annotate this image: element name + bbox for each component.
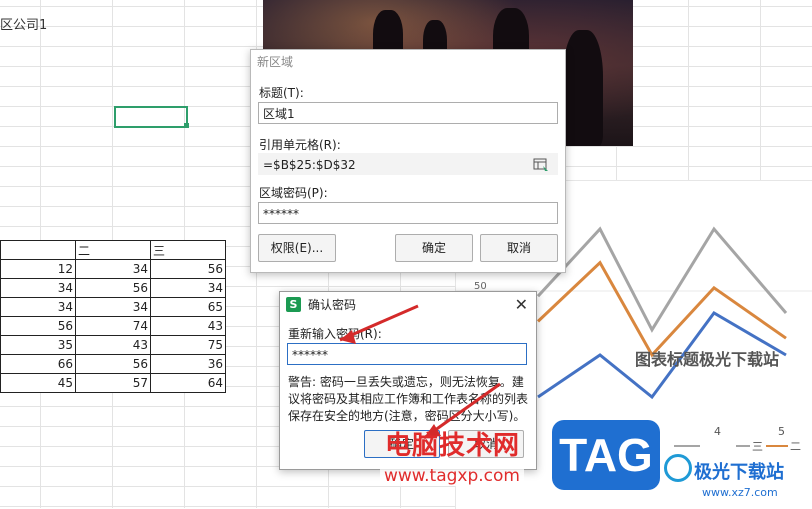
fill-handle[interactable]	[184, 123, 189, 128]
ref-cells-input[interactable]: =$B$25:$D$32	[258, 153, 558, 175]
dialog-title: 确认密码	[308, 298, 357, 312]
series-line-0	[536, 260, 787, 358]
close-icon[interactable]: ✕	[515, 292, 528, 318]
region-password-input[interactable]: ******	[258, 202, 558, 224]
table-cell[interactable]: 35	[0, 335, 76, 355]
table-cell[interactable]: 57	[75, 373, 151, 393]
table-row: 35 43 75	[0, 335, 226, 355]
ok-button[interactable]: 确定	[395, 234, 473, 262]
table-cell[interactable]: 36	[150, 354, 226, 374]
chart-legend: 4 5 三 二	[674, 425, 801, 452]
data-table: 二三 12 34 56 34 56 34 34 34 65 56 74 43 35 43 75 66 56 36 45…	[0, 240, 226, 393]
watermark-site: 极光下载站	[694, 462, 784, 483]
ref-value: =$B$25:$D$32	[263, 158, 356, 172]
table-cell[interactable]: 34	[150, 278, 226, 298]
table-cell[interactable]: 34	[0, 278, 76, 298]
title-input[interactable]: 区域1	[258, 102, 558, 124]
table-cell[interactable]: 45	[0, 373, 76, 393]
table-header-cell[interactable]	[0, 240, 76, 260]
site-logo-icon	[664, 454, 692, 482]
table-cell[interactable]: 34	[75, 259, 151, 279]
table-cell[interactable]: 64	[150, 373, 226, 393]
table-row: 34 34 65	[0, 297, 226, 317]
dialog-title: 新区域	[251, 50, 565, 74]
watermark-url2: www.xz7.com	[702, 486, 778, 499]
title-label: 标题(T):	[259, 86, 304, 100]
table-cell[interactable]: 43	[75, 335, 151, 355]
table-header-cell[interactable]: 二	[75, 240, 151, 260]
table-cell[interactable]: 34	[0, 297, 76, 317]
legend-number-4: 4	[714, 425, 721, 438]
table-cell[interactable]: 34	[75, 297, 151, 317]
table-cell[interactable]: 74	[75, 316, 151, 336]
pwd-label: 区域密码(P):	[259, 186, 328, 200]
range-select-icon[interactable]	[533, 158, 549, 172]
table-row: 12 34 56	[0, 259, 226, 279]
table-cell[interactable]: 56	[75, 278, 151, 298]
reenter-label: 重新输入密码(R):	[288, 327, 382, 341]
table-cell[interactable]: 56	[75, 354, 151, 374]
table-cell[interactable]: 65	[150, 297, 226, 317]
table-row: 66 56 36	[0, 354, 226, 374]
table-row: 34 56 34	[0, 278, 226, 298]
warning-text: 警告: 密码一旦丢失或遗忘，则无法恢复。建议将密码及其相应工作簿和工作表名称的列…	[288, 375, 529, 423]
table-cell[interactable]: 43	[150, 316, 226, 336]
watermark-url: www.tagxp.com	[380, 466, 524, 486]
table-header-cell[interactable]: 三	[150, 240, 226, 260]
watermark-cn: 电脑技术网	[385, 431, 521, 461]
table-row: 45 57 64	[0, 373, 226, 393]
tag-logo: TAG	[552, 420, 660, 490]
table-cell[interactable]: 12	[0, 259, 76, 279]
wps-app-icon: S	[286, 297, 301, 312]
table-cell[interactable]: 56	[0, 316, 76, 336]
new-region-dialog: 新区域 标题(T): 区域1 引用单元格(R): =$B$25:$D$32 区域…	[250, 49, 566, 273]
table-cell[interactable]: 56	[150, 259, 226, 279]
cancel-button[interactable]: 取消	[480, 234, 558, 262]
confirm-password-input[interactable]: ******	[287, 343, 527, 365]
permissions-button[interactable]: 权限(E)...	[258, 234, 336, 262]
cell-company-text: 区公司1	[0, 18, 48, 33]
series-line-1	[536, 226, 788, 333]
selected-cell[interactable]	[114, 106, 188, 128]
table-cell[interactable]: 66	[0, 354, 76, 374]
table-cell[interactable]: 75	[150, 335, 226, 355]
chart-title: 图表标题极光下载站	[635, 350, 780, 369]
legend-series-2: 二	[790, 440, 801, 452]
legend-series-3: 三	[752, 440, 763, 452]
legend-number-5: 5	[778, 425, 785, 438]
ref-label: 引用单元格(R):	[259, 138, 341, 152]
table-row: 56 74 43	[0, 316, 226, 336]
